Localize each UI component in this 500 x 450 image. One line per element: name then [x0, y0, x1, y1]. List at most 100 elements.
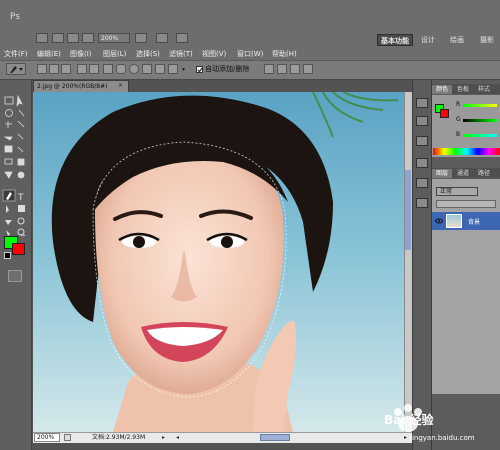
status-info-icon[interactable] [64, 434, 71, 441]
shape-tool-icon [18, 205, 25, 212]
auto-add-delete-checkbox[interactable] [196, 66, 203, 73]
actions-panel-icon[interactable] [416, 116, 428, 126]
ellipse-shape-button[interactable] [129, 64, 139, 74]
channel-g-label: G [456, 116, 461, 123]
rectangle-shape-button[interactable] [103, 64, 113, 74]
paths-button[interactable] [49, 64, 59, 74]
path-exclude-button[interactable] [303, 64, 313, 74]
marquee-tool-icon [4, 96, 14, 105]
color-spectrum-ramp[interactable] [433, 148, 500, 155]
mini-bridge-icon[interactable] [52, 33, 64, 43]
default-colors-icon[interactable] [4, 252, 11, 259]
polygon-shape-button[interactable] [142, 64, 152, 74]
menu-filter[interactable]: 滤镜(T) [169, 48, 193, 60]
custom-shape-button[interactable] [168, 64, 178, 74]
auto-add-delete-label: 自动添加/删除 [205, 65, 250, 73]
color-panel-background[interactable] [440, 109, 449, 118]
channel-b-slider[interactable] [463, 134, 497, 137]
scroll-left-icon[interactable]: ◂ [176, 434, 183, 441]
view-extras-icon[interactable] [135, 33, 147, 43]
background-color-swatch[interactable] [12, 243, 25, 255]
vertical-scrollbar-thumb[interactable] [405, 170, 411, 250]
swap-colors-icon[interactable]: ↔ [20, 232, 28, 239]
quick-mask-icon[interactable] [8, 270, 22, 282]
history-brush-tool-icon [17, 146, 24, 153]
line-shape-button[interactable] [155, 64, 165, 74]
dodge-tool-icon [17, 171, 25, 179]
workspace-design[interactable]: 设计 [418, 34, 438, 46]
channel-r-label: R [456, 101, 461, 108]
arrange-documents-icon[interactable] [156, 33, 168, 43]
3d-rotate-tool-icon [5, 220, 12, 225]
blend-mode-select[interactable]: 正常 [436, 187, 478, 196]
masks-panel-icon[interactable] [416, 158, 428, 168]
document-canvas[interactable] [33, 92, 404, 432]
adjustments-panel-icon[interactable] [416, 136, 428, 146]
menu-layer[interactable]: 图层(L) [103, 48, 126, 60]
lock-options-row[interactable] [436, 200, 496, 208]
bridge-icon[interactable] [36, 33, 48, 43]
path-select-tool-icon [6, 205, 9, 213]
blur-tool-icon [4, 171, 13, 179]
path-add-button[interactable] [264, 64, 274, 74]
pen-icon [10, 66, 23, 73]
tab-channels[interactable]: 通道 [453, 169, 473, 178]
tab-swatches[interactable]: 色板 [453, 85, 473, 94]
path-intersect-button[interactable] [290, 64, 300, 74]
lasso-tool-icon [5, 109, 13, 117]
channel-r-slider[interactable] [463, 104, 497, 107]
menu-image[interactable]: 图像(I) [70, 48, 92, 60]
screen-mode-icon[interactable] [176, 33, 188, 43]
horizontal-scrollbar-thumb[interactable] [260, 434, 290, 441]
history-panel-icon[interactable] [416, 98, 428, 108]
menu-file[interactable]: 文件(F) [4, 48, 28, 60]
menu-select[interactable]: 选择(S) [136, 48, 160, 60]
document-tab[interactable]: 2.jpg @ 200%(RGB/8#) [33, 80, 129, 92]
vertical-scrollbar[interactable] [404, 92, 412, 432]
healing-tool-icon [3, 136, 13, 141]
layer-visibility-eye-icon[interactable] [435, 217, 443, 225]
ps-logo: Ps [4, 9, 26, 25]
shape-layers-button[interactable] [37, 64, 47, 74]
status-menu-arrow-icon[interactable]: ▸ [162, 434, 169, 441]
menu-help[interactable]: 帮助(H) [272, 48, 297, 60]
status-zoom-field[interactable]: 200% [34, 433, 60, 442]
eraser-tool-icon [4, 158, 13, 165]
menu-edit[interactable]: 编辑(E) [37, 48, 61, 60]
tool-preset-picker[interactable] [6, 63, 26, 75]
rounded-rectangle-button[interactable] [116, 64, 126, 74]
type-tool-icon: T [17, 193, 24, 203]
gradient-tool-icon [17, 158, 25, 166]
paragraph-panel-icon[interactable] [416, 198, 428, 208]
pen-tool-button[interactable] [77, 64, 87, 74]
crop-tool-icon [5, 121, 12, 128]
channel-g-slider[interactable] [463, 119, 497, 122]
path-subtract-button[interactable] [277, 64, 287, 74]
character-panel-icon[interactable] [416, 178, 428, 188]
tab-color[interactable]: 颜色 [432, 85, 452, 94]
hand-tool-icon[interactable] [67, 33, 79, 43]
fill-pixels-button[interactable] [61, 64, 71, 74]
photoshop-window: Ps 200% 基本功能 设计 绘画 摄影 文件(F) 编辑(E) 图像(I) … [0, 0, 500, 450]
tab-layers[interactable]: 图层 [432, 169, 452, 178]
geometry-options-icon[interactable]: ▾ [182, 66, 188, 73]
move-tool-icon [16, 94, 23, 107]
layer-name[interactable]: 背景 [468, 217, 480, 226]
menu-view[interactable]: 视图(V) [202, 48, 226, 60]
watermark-subtext: jingyan.baidu.com [409, 434, 475, 442]
workspace-essentials[interactable]: 基本功能 [377, 34, 413, 46]
workspace-photography[interactable]: 摄影 [474, 34, 500, 46]
freeform-pen-button[interactable] [89, 64, 99, 74]
menu-window[interactable]: 窗口(W) [237, 48, 263, 60]
zoom-level-select[interactable]: 200% [98, 33, 130, 43]
tab-styles[interactable]: 样式 [474, 85, 494, 94]
tool-icons: T [2, 94, 25, 236]
baidu-jingyan-watermark: Bai 经验 jingyan.baidu.com [384, 404, 475, 442]
document-close-icon[interactable]: × [118, 82, 125, 89]
tab-paths[interactable]: 路径 [474, 169, 494, 178]
status-bar [33, 432, 412, 443]
quick-select-tool-icon [18, 109, 25, 117]
zoom-tool-icon[interactable] [82, 33, 94, 43]
eyedropper-tool-icon [17, 120, 25, 128]
workspace-painting[interactable]: 绘画 [446, 34, 468, 46]
